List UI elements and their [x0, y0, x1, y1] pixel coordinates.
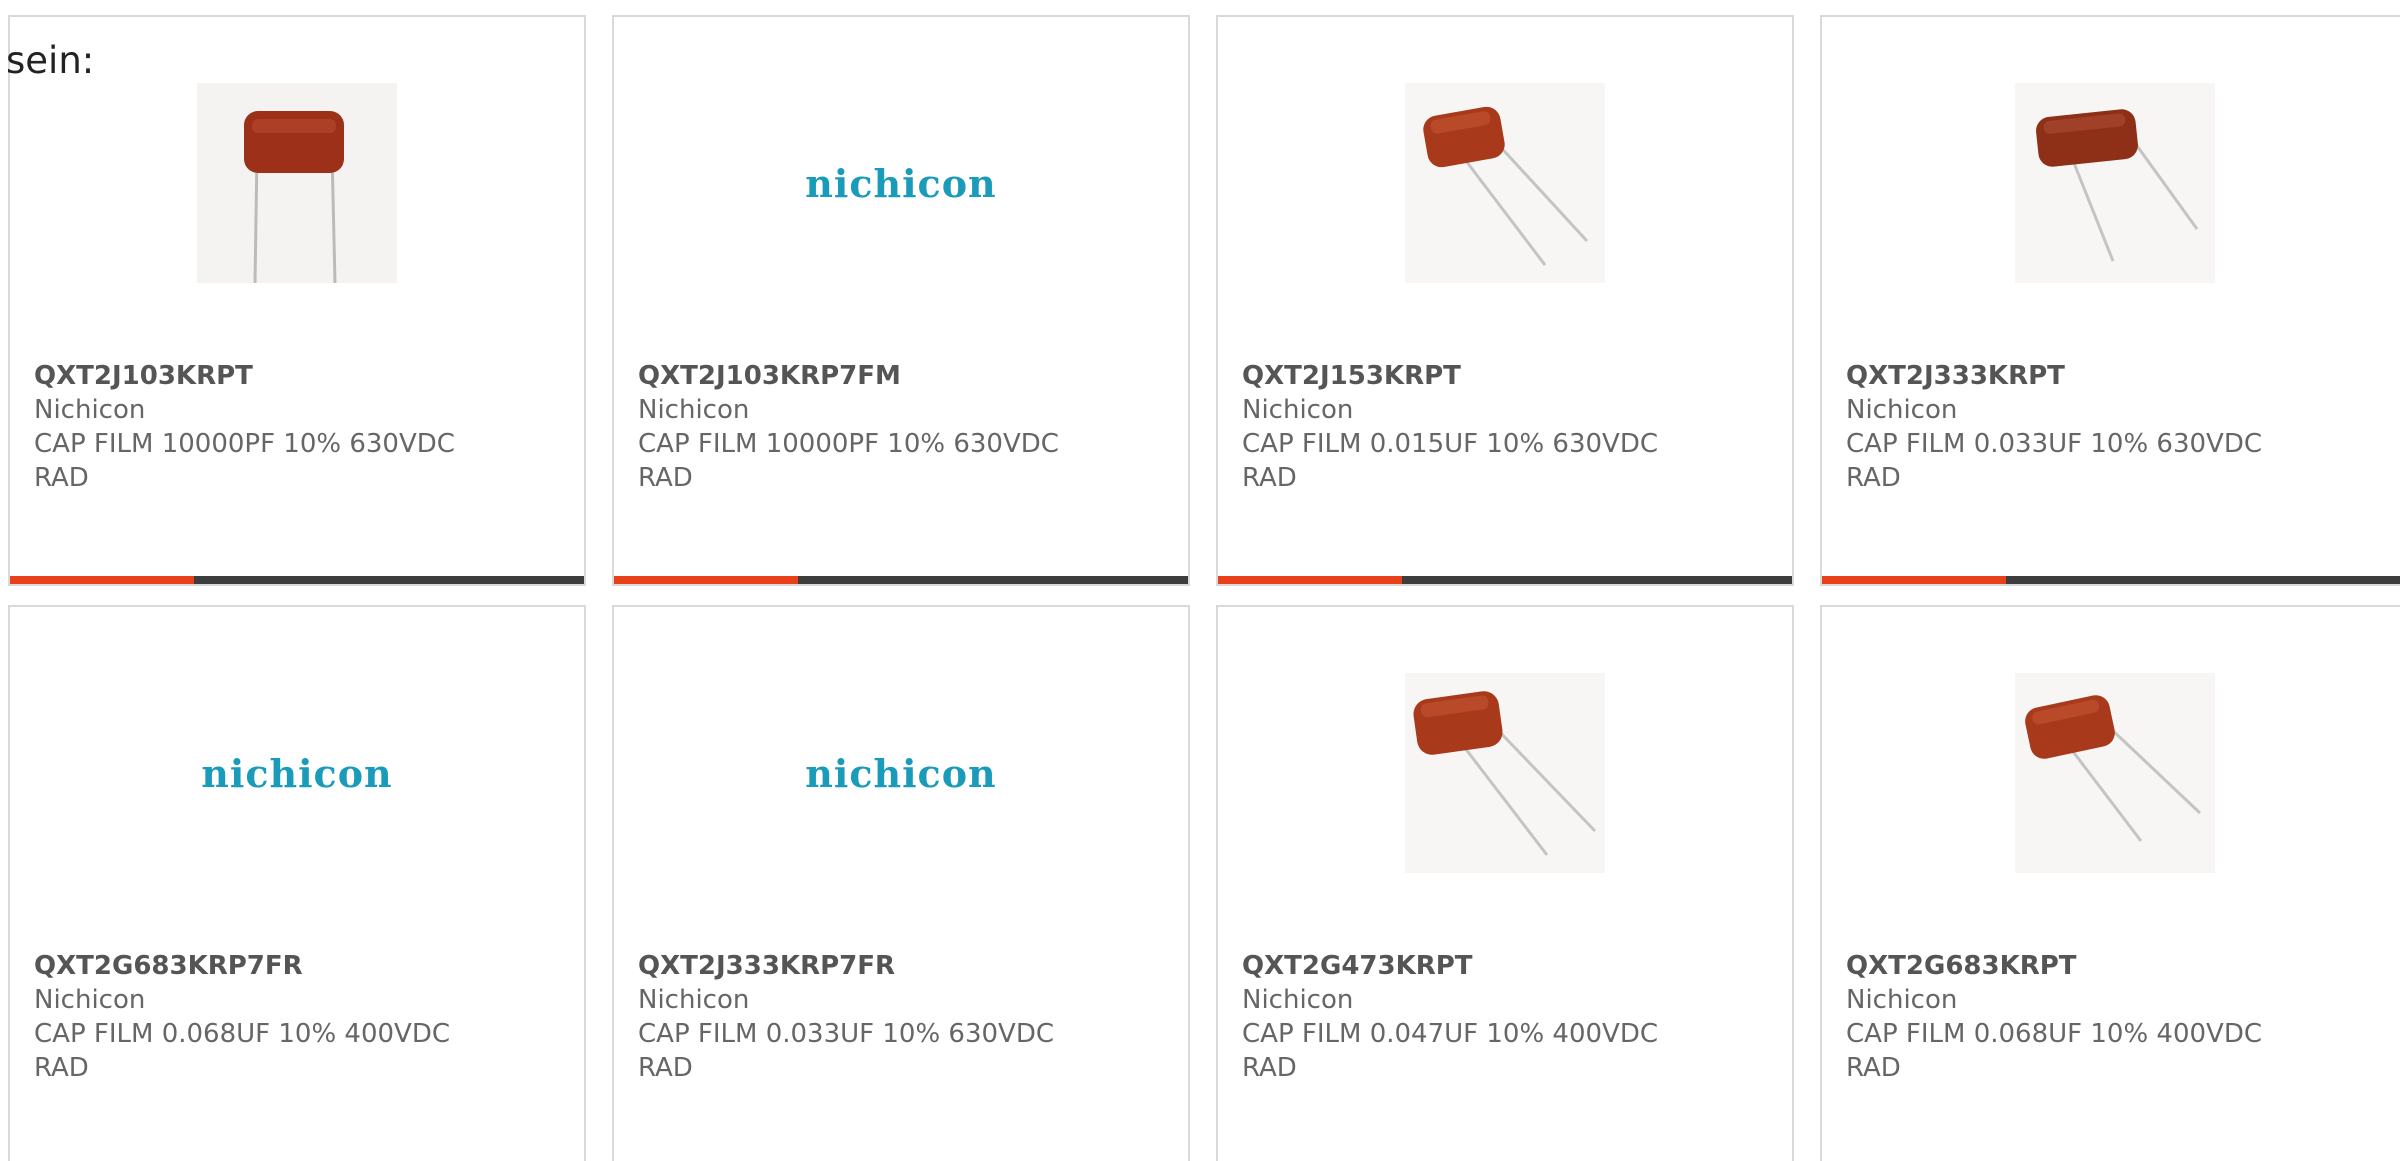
part-number[interactable]: QXT2J103KRP7FM [638, 359, 1168, 393]
manufacturer: Nichicon [638, 395, 750, 425]
capacitor-photo-icon [1405, 83, 1605, 283]
description: CAP FILM 10000PF 10% 630VDC [638, 429, 1059, 459]
description: CAP FILM 0.068UF 10% 400VDC [34, 1019, 451, 1049]
package: RAD [34, 1053, 89, 1083]
card-footer-accent [10, 576, 194, 584]
product-image[interactable]: nichicon [10, 673, 584, 873]
product-image[interactable] [1822, 83, 2400, 283]
manufacturer: Nichicon [1242, 395, 1354, 425]
card-footer-accent [1218, 576, 1402, 584]
product-card[interactable]: QXT2G473KRPT Nichicon CAP FILM 0.047UF 1… [1216, 605, 1794, 1161]
capacitor-photo-icon [2015, 673, 2215, 873]
product-card[interactable]: QXT2G683KRPT Nichicon CAP FILM 0.068UF 1… [1820, 605, 2400, 1161]
capacitor-photo-icon [2015, 83, 2215, 283]
product-image[interactable] [10, 83, 584, 283]
nichicon-logo-icon: nichicon [805, 160, 997, 206]
product-grid-page: sein: QXT2J103KRPT Nichicon CAP FILM 100… [0, 0, 2400, 1161]
product-card[interactable]: QXT2J333KRPT Nichicon CAP FILM 0.033UF 1… [1820, 15, 2400, 586]
product-image[interactable]: nichicon [614, 673, 1188, 873]
part-number[interactable]: QXT2G473KRPT [1242, 949, 1772, 983]
description: CAP FILM 0.033UF 10% 630VDC [638, 1019, 1055, 1049]
part-number[interactable]: QXT2J153KRPT [1242, 359, 1772, 393]
manufacturer: Nichicon [34, 395, 146, 425]
package: RAD [638, 463, 693, 493]
description: CAP FILM 10000PF 10% 630VDC [34, 429, 455, 459]
manufacturer: Nichicon [1846, 395, 1958, 425]
product-image[interactable]: nichicon [614, 83, 1188, 283]
product-card[interactable]: nichicon QXT2J333KRP7FR Nichicon CAP FIL… [612, 605, 1190, 1161]
package: RAD [1242, 1053, 1297, 1083]
package: RAD [1846, 1053, 1901, 1083]
product-image[interactable] [1218, 83, 1792, 283]
card-footer-bar [10, 576, 584, 584]
product-card[interactable]: QXT2J103KRPT Nichicon CAP FILM 10000PF 1… [8, 15, 586, 586]
part-number[interactable]: QXT2G683KRP7FR [34, 949, 564, 983]
description: CAP FILM 0.015UF 10% 630VDC [1242, 429, 1659, 459]
package: RAD [1242, 463, 1297, 493]
card-footer-accent [614, 576, 798, 584]
product-image[interactable] [1218, 673, 1792, 873]
description: CAP FILM 0.068UF 10% 400VDC [1846, 1019, 2263, 1049]
manufacturer: Nichicon [34, 985, 146, 1015]
card-footer-bar [1822, 576, 2400, 584]
description: CAP FILM 0.033UF 10% 630VDC [1846, 429, 2263, 459]
capacitor-photo-icon [197, 83, 397, 283]
intro-text: sein: [6, 39, 95, 82]
card-footer-bar [614, 576, 1188, 584]
package: RAD [638, 1053, 693, 1083]
manufacturer: Nichicon [1846, 985, 1958, 1015]
part-number[interactable]: QXT2G683KRPT [1846, 949, 2388, 983]
package: RAD [34, 463, 89, 493]
nichicon-logo-icon: nichicon [805, 750, 997, 796]
card-footer-accent [1822, 576, 2006, 584]
manufacturer: Nichicon [638, 985, 750, 1015]
product-card[interactable]: QXT2J153KRPT Nichicon CAP FILM 0.015UF 1… [1216, 15, 1794, 586]
part-number[interactable]: QXT2J333KRP7FR [638, 949, 1168, 983]
product-image[interactable] [1822, 673, 2400, 873]
description: CAP FILM 0.047UF 10% 400VDC [1242, 1019, 1659, 1049]
card-footer-bar [1218, 576, 1792, 584]
nichicon-logo-icon: nichicon [201, 750, 393, 796]
part-number[interactable]: QXT2J333KRPT [1846, 359, 2388, 393]
manufacturer: Nichicon [1242, 985, 1354, 1015]
product-card[interactable]: nichicon QXT2G683KRP7FR Nichicon CAP FIL… [8, 605, 586, 1161]
product-card[interactable]: nichicon QXT2J103KRP7FM Nichicon CAP FIL… [612, 15, 1190, 586]
capacitor-photo-icon [1405, 673, 1605, 873]
package: RAD [1846, 463, 1901, 493]
part-number[interactable]: QXT2J103KRPT [34, 359, 564, 393]
